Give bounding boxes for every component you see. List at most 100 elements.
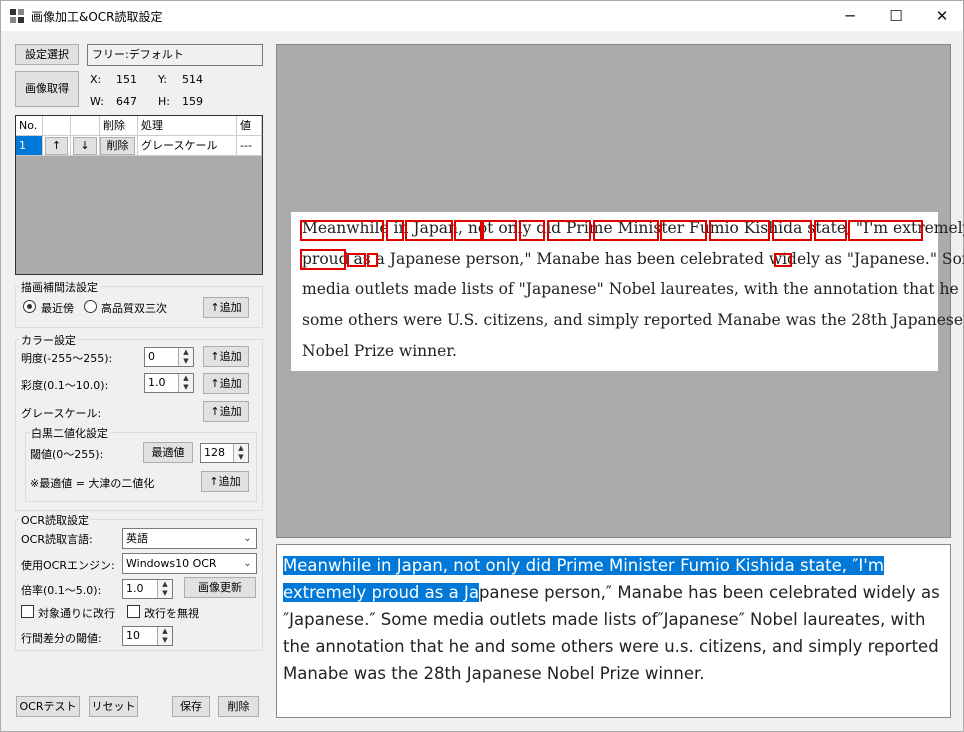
grid-header-row: No. 削除 処理 値 [16,116,262,136]
binarize-group-title: 白黒二値化設定 [29,425,110,441]
spin-down-icon[interactable]: ▼ [178,357,193,366]
capture-image-button[interactable]: 画像取得 [15,71,79,107]
line-gap-value[interactable]: 10 [126,629,140,642]
line-gap-stepper[interactable]: 10 ▲ ▼ [122,626,173,646]
y-label: Y: [158,73,167,86]
binarize-add-button[interactable]: ↑追加 [201,471,249,492]
ocr-word-box [774,253,792,267]
ocr-word-box [709,220,770,241]
update-image-button[interactable]: 画像更新 [184,577,256,598]
ocr-engine-label: 使用OCRエンジン: [21,559,115,572]
ocr-word-box [405,220,453,241]
ocr-language-select[interactable]: 英語 ⌄ [122,528,257,549]
spin-up-icon[interactable]: ▲ [233,444,248,453]
brightness-value[interactable]: 0 [148,350,155,363]
x-value: 151 [116,73,137,86]
captured-image: Meanwhile in Japan, not only did Prime M… [291,212,964,371]
ocr-engine-select[interactable]: Windows10 OCR ⌄ [122,553,257,574]
close-button[interactable]: ✕ [919,1,964,31]
line-gap-label: 行間差分の閾値: [21,632,102,645]
newline-as-target-label[interactable]: 対象通りに改行 [38,605,115,621]
spin-down-icon[interactable]: ▼ [157,589,172,598]
spin-down-icon[interactable]: ▼ [233,453,248,462]
ocr-test-button[interactable]: OCRテスト [16,696,80,717]
reset-button[interactable]: リセット [89,696,138,717]
grayscale-label: グレースケール: [21,407,102,420]
save-button[interactable]: 保存 [172,696,210,717]
ocr-engine-value[interactable]: Windows10 OCR [126,557,217,570]
brightness-stepper[interactable]: 0 ▲ ▼ [144,347,194,367]
color-group-title: カラー設定 [19,332,78,348]
bicubic-radio[interactable] [84,300,97,313]
title-bar: 画像加工&OCR読取設定 ─ ☐ ✕ [1,1,963,31]
threshold-stepper[interactable]: 128 ▲ ▼ [200,443,249,463]
ocr-word-box [454,220,482,241]
saturation-add-button[interactable]: ↑追加 [203,373,249,394]
ocr-word-box [547,220,591,241]
ocr-group-title: OCR読取設定 [19,512,91,528]
threshold-value[interactable]: 128 [204,446,225,459]
nearest-neighbor-label[interactable]: 最近傍 [41,300,74,316]
interp-add-button[interactable]: ↑追加 [203,297,249,318]
newline-as-target-checkbox[interactable] [21,605,34,618]
ocr-word-box [482,220,517,241]
move-up-button[interactable]: ↑ [45,137,68,155]
spin-up-icon[interactable]: ▲ [157,580,172,589]
chevron-down-icon[interactable]: ⌄ [239,554,256,573]
ocr-language-label: OCR読取言語: [21,533,93,546]
ocr-word-box [519,220,545,241]
process-grid[interactable]: No. 削除 処理 値 1 ↑ ↓ 削除 グレースケール --- [15,115,263,275]
scale-stepper[interactable]: 1.0 ▲ ▼ [122,579,173,599]
grid-header-down [71,116,100,136]
delete-cell: 削除 [100,136,138,156]
ocr-word-box [814,220,847,241]
spin-up-icon[interactable]: ▲ [178,374,193,383]
brightness-add-button[interactable]: ↑追加 [203,346,249,367]
saturation-stepper[interactable]: 1.0 ▲ ▼ [144,373,194,393]
grid-header-no: No. [16,116,43,136]
scale-value[interactable]: 1.0 [126,582,144,595]
saturation-value[interactable]: 1.0 [148,376,166,389]
optimal-threshold-button[interactable]: 最適値 [143,442,193,463]
grid-header-up [43,116,71,136]
ocr-result-text[interactable]: Meanwhile in Japan, not only did Prime M… [283,552,943,687]
h-label: H: [158,95,170,108]
interpolation-group-title: 描画補間法設定 [19,279,100,295]
grayscale-add-button[interactable]: ↑追加 [203,401,249,422]
move-down-button[interactable]: ↓ [73,137,97,155]
spin-up-icon[interactable]: ▲ [157,627,172,636]
table-row[interactable]: 1 ↑ ↓ 削除 グレースケール --- [16,136,262,156]
nearest-neighbor-radio[interactable] [23,300,36,313]
otsu-note: ※最適値 = 大津の二値化 [30,477,155,490]
ocr-language-value[interactable]: 英語 [126,532,148,545]
grid-header-delete: 削除 [100,116,138,136]
bicubic-label[interactable]: 高品質双三次 [101,300,167,316]
threshold-label: 閾値(0〜255): [30,448,104,461]
select-settings-button[interactable]: 設定選択 [15,44,79,65]
w-label: W: [90,95,104,108]
row-delete-button[interactable]: 削除 [100,137,135,155]
delete-button[interactable]: 削除 [218,696,259,717]
spin-up-icon[interactable]: ▲ [178,348,193,357]
ocr-word-box [593,220,659,241]
spin-down-icon[interactable]: ▼ [157,636,172,645]
spin-down-icon[interactable]: ▼ [178,383,193,392]
process-name-cell[interactable]: グレースケール [138,136,237,156]
scale-label: 倍率(0.1〜5.0): [21,584,102,597]
grid-header-process: 処理 [138,116,237,136]
row-number[interactable]: 1 [16,136,43,156]
ocr-result-textbox[interactable]: Meanwhile in Japan, not only did Prime M… [276,544,951,718]
ignore-newline-checkbox[interactable] [127,605,140,618]
process-value-cell[interactable]: --- [237,136,262,156]
ocr-word-box [772,220,812,241]
ocr-word-box [848,220,923,241]
preview-line: some others were U.S. citizens, and simp… [302,311,964,329]
ocr-settings-window: 画像加工&OCR読取設定 ─ ☐ ✕ 設定選択 フリー:デフォルト 画像取得 X… [0,0,964,732]
maximize-button[interactable]: ☐ [873,1,919,31]
ignore-newline-label[interactable]: 改行を無視 [144,605,199,621]
move-down-cell: ↓ [71,136,100,156]
minimize-button[interactable]: ─ [827,1,873,31]
ocr-word-box [367,253,378,267]
ocr-word-box [386,220,404,241]
chevron-down-icon[interactable]: ⌄ [239,529,256,548]
